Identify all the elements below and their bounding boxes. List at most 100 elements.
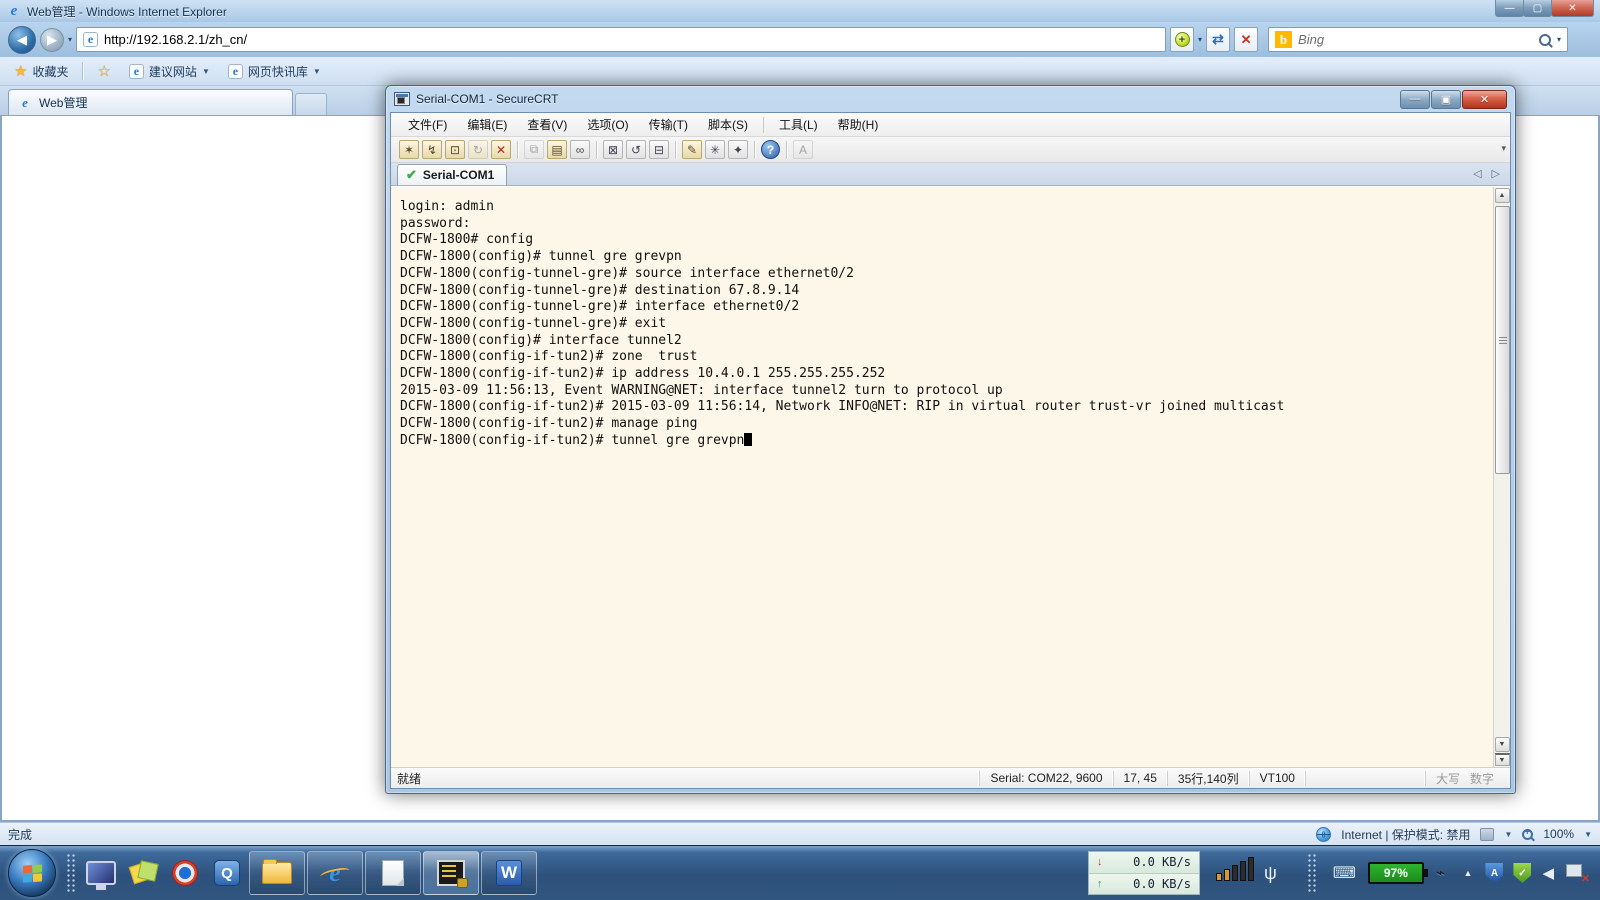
add-favorites-button[interactable]: ☆ xyxy=(93,59,114,83)
ie-titlebar[interactable]: e Web管理 - Windows Internet Explorer — ▢ … xyxy=(0,0,1600,22)
connect-icon[interactable]: ✶ xyxy=(399,140,419,159)
scrollbar-thumb[interactable] xyxy=(1494,206,1510,474)
scroll-to-bottom-icon[interactable]: ▼ xyxy=(1494,753,1510,766)
tray-grip[interactable] xyxy=(1306,853,1317,893)
disconnect-icon[interactable]: ✕ xyxy=(491,140,511,159)
url-field[interactable]: e http://192.168.2.1/zh_cn/ xyxy=(76,27,1167,52)
terminal-line: DCFW-1800(config)# interface tunnel2 xyxy=(400,332,682,348)
menu-script[interactable]: 脚本(S) xyxy=(699,113,757,136)
session-options-icon[interactable]: ✎ xyxy=(682,140,702,159)
terminal-line: DCFW-1800(config-tunnel-gre)# destinatio… xyxy=(400,282,800,298)
scroll-down-icon[interactable]: ▼ xyxy=(1494,737,1510,752)
tab-web-admin[interactable]: e Web管理 xyxy=(8,89,293,115)
taskbar-remote-desktop[interactable] xyxy=(81,851,121,895)
taskbar-word[interactable]: W xyxy=(481,851,537,895)
network-status-icon[interactable] xyxy=(1566,864,1590,885)
quick-connect-icon[interactable]: ↯ xyxy=(422,140,442,159)
url-text[interactable]: http://192.168.2.1/zh_cn/ xyxy=(104,32,247,47)
taskbar-explorer[interactable] xyxy=(249,851,305,895)
smartscreen-dropdown-icon[interactable]: ▼ xyxy=(1504,830,1512,839)
back-button[interactable]: ◀ xyxy=(8,25,36,54)
stop-button[interactable]: ✕ xyxy=(1234,27,1259,52)
network-speed-widget[interactable]: ↓ 0.0 KB/s ↑ 0.0 KB/s xyxy=(1087,851,1200,895)
search-dropdown-icon[interactable]: ▾ xyxy=(1557,35,1561,44)
new-tab-button[interactable] xyxy=(295,93,327,115)
history-dropdown-icon[interactable]: ▾ xyxy=(68,35,72,44)
toolbar-separator xyxy=(596,140,597,159)
scrt-close-button[interactable]: ✕ xyxy=(1462,89,1507,109)
taskbar-notepad[interactable] xyxy=(365,851,421,895)
connect-in-tab-icon[interactable]: ⊡ xyxy=(445,140,465,159)
battery-indicator[interactable]: 97% xyxy=(1367,862,1428,884)
tab-scroll-right-icon[interactable]: ▷ xyxy=(1492,167,1500,180)
menu-help[interactable]: 帮助(H) xyxy=(829,113,888,136)
reconnect-icon[interactable]: ↻ xyxy=(468,140,488,159)
show-hidden-icons-button[interactable]: ▲ xyxy=(1464,868,1473,878)
media-player-icon xyxy=(172,860,198,886)
battery-percent: 97% xyxy=(1383,866,1408,880)
taskbar-securecrt[interactable] xyxy=(423,851,479,895)
search-input[interactable]: b Bing ▾ xyxy=(1268,27,1569,52)
antivirus-shield-icon[interactable]: A xyxy=(1485,863,1504,883)
compatibility-view-button[interactable]: + xyxy=(1170,27,1195,52)
print-icon[interactable]: ⊟ xyxy=(649,140,669,159)
securecrt-window: Serial-COM1 - SecureCRT — ▣ ✕ 文件(F) 编辑(E… xyxy=(385,85,1516,794)
scrollbar-track[interactable] xyxy=(1494,204,1510,736)
taskbar-media-player[interactable] xyxy=(165,851,205,895)
paste-icon[interactable]: ▤ xyxy=(547,140,567,159)
address-dropdown-icon[interactable]: ▾ xyxy=(1198,35,1202,44)
security-shield-icon[interactable]: ✓ xyxy=(1513,863,1532,883)
signal-strength-icon[interactable] xyxy=(1215,857,1254,881)
ie-icon: e xyxy=(321,858,349,887)
scrt-minimize-button[interactable]: — xyxy=(1400,89,1430,109)
securecrt-titlebar[interactable]: Serial-COM1 - SecureCRT — ▣ ✕ xyxy=(386,86,1515,112)
connected-check-icon: ✔ xyxy=(406,167,417,182)
web-slices-button[interactable]: e 网页快讯库 ▼ xyxy=(224,60,325,83)
zoom-icon[interactable] xyxy=(1522,827,1534,840)
menu-options[interactable]: 选项(O) xyxy=(578,113,637,136)
reset-terminal-icon[interactable]: ↺ xyxy=(626,140,646,159)
start-button[interactable] xyxy=(8,849,56,897)
tab-scroll-left-icon[interactable]: ◁ xyxy=(1473,167,1481,180)
help-icon[interactable]: ? xyxy=(761,140,780,159)
keymap-icon[interactable]: ✳ xyxy=(705,140,725,159)
ie-favorites-bar: ★ 收藏夹 ☆ e 建议网站 ▼ e 网页快讯库 ▼ xyxy=(0,57,1600,86)
search-placeholder[interactable]: Bing xyxy=(1298,32,1533,47)
terminal-scrollbar[interactable]: ▲ ▼ ▼ xyxy=(1493,187,1510,767)
session-tab-serial-com1[interactable]: ✔ Serial-COM1 xyxy=(397,164,508,185)
key-agent-icon[interactable]: ✦ xyxy=(728,140,748,159)
suggested-sites-button[interactable]: e 建议网站 ▼ xyxy=(125,60,214,83)
zoom-dropdown-icon[interactable]: ▼ xyxy=(1584,830,1592,839)
clear-screen-icon[interactable]: ⊠ xyxy=(603,140,623,159)
taskbar-internet-explorer[interactable]: e xyxy=(307,851,363,895)
scrt-restore-button[interactable]: ▣ xyxy=(1431,89,1461,109)
forward-button[interactable]: ▶ xyxy=(40,27,64,52)
find-icon[interactable]: ∞ xyxy=(570,140,590,159)
menu-transfer[interactable]: 传输(T) xyxy=(640,113,697,136)
theme-icon[interactable]: A xyxy=(793,140,813,159)
favorites-button[interactable]: ★ 收藏夹 xyxy=(10,59,72,83)
ie-address-bar: ◀ ▶ ▾ e http://192.168.2.1/zh_cn/ + ▾ ⇄ … xyxy=(0,22,1600,57)
menu-file[interactable]: 文件(F) xyxy=(399,113,456,136)
zoom-level[interactable]: 100% xyxy=(1543,827,1574,841)
smartscreen-icon[interactable] xyxy=(1480,827,1495,841)
refresh-button[interactable]: ⇄ xyxy=(1206,27,1231,52)
volume-icon[interactable]: ◀ xyxy=(1542,864,1554,882)
copy-icon[interactable]: ⧉ xyxy=(524,140,544,159)
taskbar-sticky-notes[interactable] xyxy=(123,851,163,895)
taskbar-vmware[interactable]: Q xyxy=(207,851,247,895)
wireless-antenna-icon[interactable]: ψ xyxy=(1264,863,1277,884)
taskbar-grip[interactable] xyxy=(66,853,76,893)
search-icon[interactable] xyxy=(1539,33,1552,46)
ie-close-button[interactable]: ✕ xyxy=(1551,0,1594,17)
menu-edit[interactable]: 编辑(E) xyxy=(458,113,516,136)
toolbar-overflow-icon[interactable]: ▾ xyxy=(1501,143,1506,154)
vmware-icon: Q xyxy=(214,860,240,886)
terminal-screen[interactable]: login: admin password: DCFW-1800# config… xyxy=(391,187,1493,767)
ie-minimize-button[interactable]: — xyxy=(1495,0,1524,17)
menu-tools[interactable]: 工具(L) xyxy=(770,113,827,136)
keyboard-icon[interactable]: ⌨ xyxy=(1333,863,1356,883)
menu-view[interactable]: 查看(V) xyxy=(518,113,576,136)
scroll-up-icon[interactable]: ▲ xyxy=(1494,188,1510,203)
ie-maximize-button[interactable]: ▢ xyxy=(1523,0,1552,17)
